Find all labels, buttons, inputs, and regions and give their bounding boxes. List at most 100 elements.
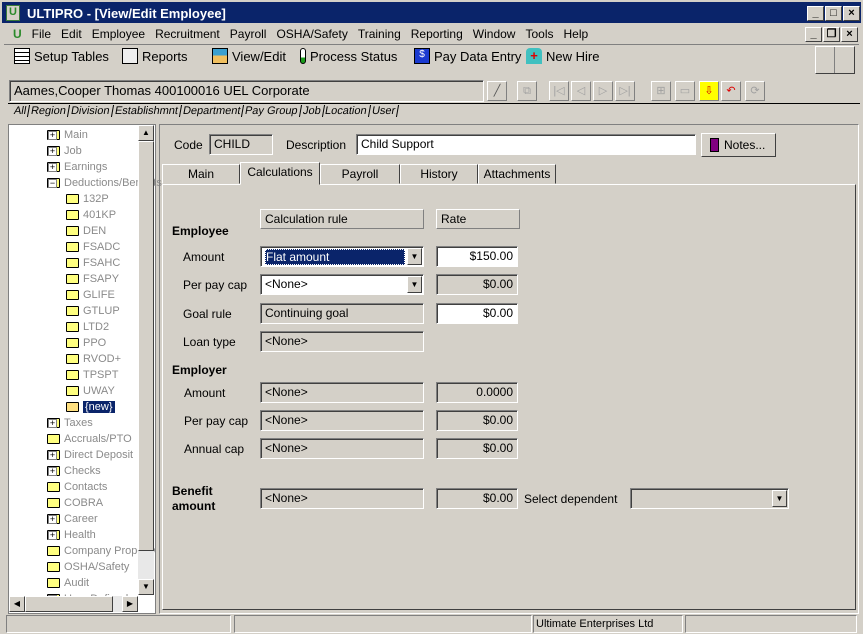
tree-item[interactable]: COBRA [47, 497, 103, 509]
expand-icon[interactable]: + [48, 147, 57, 156]
filter-button[interactable]: ⧉ [517, 81, 537, 101]
tree-item[interactable]: OSHA/Safety [47, 561, 129, 573]
expand-icon[interactable]: + [48, 515, 57, 524]
tree-item[interactable]: FSADC [66, 241, 120, 253]
menu-recruitment[interactable]: Recruitment [150, 25, 225, 43]
folder-icon [47, 578, 60, 588]
close-button[interactable]: × [843, 6, 860, 21]
tab-payroll[interactable]: Payroll [320, 164, 400, 184]
tree-item[interactable]: + Health [47, 529, 96, 541]
tree-item[interactable]: GLIFE [66, 289, 115, 301]
prev-record-button[interactable]: ◁ [571, 81, 591, 101]
filter-tab-job[interactable]: Job [299, 105, 325, 117]
copy-record-button[interactable]: ▭ [675, 81, 695, 101]
tree-item[interactable]: LTD2 [66, 321, 109, 333]
tree-item[interactable]: Audit [47, 577, 89, 589]
tree-item[interactable]: TPSPT [66, 369, 118, 381]
tree-item[interactable]: FSAPY [66, 273, 119, 285]
toolbar-pay-data-entry[interactable]: $ Pay Data Entry [414, 48, 521, 64]
chevron-down-icon[interactable]: ▼ [407, 248, 422, 265]
toolbar-view-edit[interactable]: View/Edit [212, 48, 286, 64]
menu-file[interactable]: File [27, 25, 56, 43]
tree-item[interactable]: PPO [66, 337, 106, 349]
menu-osha[interactable]: OSHA/Safety [271, 25, 352, 43]
tree-item[interactable]: + Checks [47, 465, 101, 477]
filter-tab-division[interactable]: Division [68, 105, 114, 117]
tree-item[interactable]: 401KP [66, 209, 116, 221]
expand-icon[interactable]: + [48, 163, 57, 172]
menu-reporting[interactable]: Reporting [406, 25, 468, 43]
expand-icon[interactable]: + [48, 531, 57, 540]
chevron-down-icon[interactable]: ▼ [407, 276, 422, 293]
toolbar-reports[interactable]: Reports [122, 48, 188, 64]
calc-rate-field[interactable]: $150.00 [436, 246, 518, 267]
doc-close-button[interactable]: × [841, 27, 858, 42]
expand-icon[interactable]: + [48, 419, 57, 428]
filter-tab-department[interactable]: Department [179, 105, 245, 117]
add-record-button[interactable]: ⊞ [651, 81, 671, 101]
tab-history[interactable]: History [400, 164, 478, 184]
employee-selector[interactable]: Aames,Cooper Thomas 400100016 UEL Corpor… [9, 80, 484, 102]
calc-rate-field[interactable]: $0.00 [436, 303, 518, 324]
maximize-button[interactable]: □ [825, 6, 842, 21]
toolbar-extra-button[interactable] [815, 46, 855, 74]
first-record-button[interactable]: |◁ [549, 81, 569, 101]
doc-restore-button[interactable]: ❐ [823, 27, 840, 42]
menu-payroll[interactable]: Payroll [225, 25, 272, 43]
collapse-icon[interactable]: − [48, 179, 57, 188]
calc-rule-field[interactable]: <None> ▼ [260, 274, 424, 295]
last-record-button[interactable]: ▷| [615, 81, 635, 101]
tree-item[interactable]: + Direct Deposit [47, 449, 133, 461]
edit-pen-button[interactable]: ╱ [487, 81, 507, 101]
calc-rule-field[interactable]: Flat amount ▼ [260, 246, 424, 267]
title-bar: U ULTIPRO - [View/Edit Employee] _ □ × [0, 0, 863, 25]
menu-window[interactable]: Window [468, 25, 521, 43]
tree-item[interactable]: Contacts [47, 481, 107, 493]
filter-tab-pay-group[interactable]: Pay Group [242, 105, 302, 117]
tree-item[interactable]: + Earnings [47, 161, 107, 173]
select-dependent-dropdown[interactable]: ▼ [630, 488, 789, 509]
filter-tab-region[interactable]: Region [28, 105, 71, 117]
tree-item[interactable]: GTLUP [66, 305, 120, 317]
menu-tools[interactable]: Tools [520, 25, 558, 43]
save-button[interactable]: ⇩ [699, 81, 719, 101]
tree-item[interactable]: FSAHC [66, 257, 120, 269]
menu-training[interactable]: Training [353, 25, 406, 43]
filter-tab-establishment[interactable]: Establishmnt [111, 105, 182, 117]
toolbar-setup-tables[interactable]: Setup Tables [14, 48, 109, 64]
menu-edit[interactable]: Edit [56, 25, 87, 43]
tree-horizontal-scrollbar[interactable]: ◀ ▶ [9, 596, 138, 612]
tree-item[interactable]: Accruals/PTO [47, 433, 132, 445]
minimize-button[interactable]: _ [807, 6, 824, 21]
tree-item[interactable]: + Taxes [47, 417, 93, 429]
menu-help[interactable]: Help [558, 25, 593, 43]
tree-item[interactable]: RVOD+ [66, 353, 121, 365]
refresh-button[interactable]: ⟳ [745, 81, 765, 101]
tree-item[interactable]: + Main [47, 129, 88, 141]
tab-attachments[interactable]: Attachments [478, 164, 556, 184]
tab-main[interactable]: Main [162, 164, 240, 184]
tree-item[interactable]: + Career [47, 513, 98, 525]
undo-button[interactable]: ↶ [721, 81, 741, 101]
tree-item[interactable]: DEN [66, 225, 106, 237]
tree-vertical-scrollbar[interactable]: ▲ ▼ [138, 125, 154, 595]
expand-icon[interactable]: + [48, 467, 57, 476]
tree-item[interactable]: 132P [66, 193, 109, 205]
tree-item[interactable]: {new} [66, 401, 115, 413]
tree-item[interactable]: UWAY [66, 385, 115, 397]
menu-employee[interactable]: Employee [87, 25, 150, 43]
chevron-down-icon[interactable]: ▼ [772, 490, 787, 507]
next-record-button[interactable]: ▷ [593, 81, 613, 101]
toolbar-new-hire[interactable]: + New Hire [526, 48, 599, 64]
expand-icon[interactable]: + [48, 451, 57, 460]
toolbar-process-status[interactable]: Process Status [300, 48, 397, 64]
filter-tab-location[interactable]: Location [322, 105, 372, 117]
notes-button[interactable]: Notes... [701, 133, 776, 157]
description-input[interactable]: Child Support [356, 134, 696, 155]
tree-scroll-thumb[interactable] [138, 141, 154, 551]
doc-minimize-button[interactable]: _ [805, 27, 822, 42]
filter-tab-user[interactable]: User [368, 105, 400, 117]
expand-icon[interactable]: + [48, 131, 57, 140]
tree-item[interactable]: + Job [47, 145, 82, 157]
tab-calculations[interactable]: Calculations [240, 162, 320, 185]
